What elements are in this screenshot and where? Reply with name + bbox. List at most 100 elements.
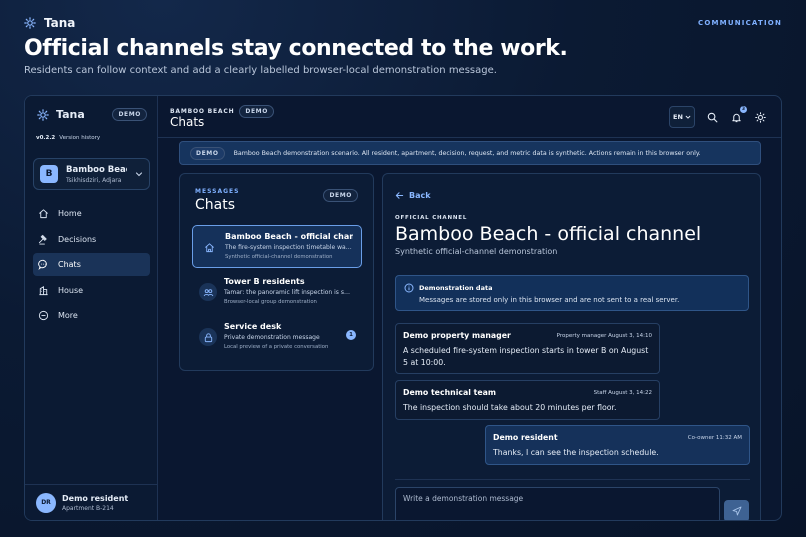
user-name: Demo resident xyxy=(62,493,129,503)
section-tag: COMMUNICATION xyxy=(698,19,782,27)
chat-item-preview: Tamar: the panoramic lift inspection is … xyxy=(224,289,352,296)
app-window: Tana DEMO v0.2.2 Version history B Bamboo… xyxy=(24,95,782,521)
sidebar-header: Tana DEMO xyxy=(37,108,147,121)
chat-item-icon xyxy=(199,328,217,346)
chat-item-title: Service desk xyxy=(224,322,282,331)
more-circle-icon xyxy=(38,310,49,321)
hero-title: Official channels stay connected to the … xyxy=(24,36,568,61)
demo-banner: DEMO Bamboo Beach demonstration scenario… xyxy=(179,141,761,165)
message: Demo property manager Property manager A… xyxy=(395,323,660,374)
chat-list-tag: MESSAGES xyxy=(195,188,240,195)
sidebar-brand[interactable]: Tana xyxy=(37,108,85,121)
group-icon xyxy=(203,288,213,296)
chat-item-tower-b[interactable]: Tower B residents Tamar: the panoramic l… xyxy=(192,271,362,314)
version-number: v0.2.2 xyxy=(36,135,56,141)
demo-badge: DEMO xyxy=(112,108,147,121)
chat-item-meta: Synthetic official-channel demonstration xyxy=(225,254,333,260)
theme-toggle[interactable] xyxy=(753,110,767,124)
conversation-title: Bamboo Beach - official channel xyxy=(395,223,702,245)
chat-list-panel: MESSAGES Chats DEMO Bamboo Beach - offic… xyxy=(179,173,374,371)
info-notice: Demonstration data Messages are stored o… xyxy=(395,275,749,311)
brand[interactable]: Tana xyxy=(24,16,75,30)
arrow-left-icon xyxy=(395,192,404,199)
search-icon xyxy=(707,112,717,122)
sidebar-item-more[interactable]: More xyxy=(33,304,150,327)
chat-item-meta: Local preview of a private conversation xyxy=(224,344,329,350)
version-history-link[interactable]: Version history xyxy=(59,135,100,141)
chat-item-preview: Private demonstration message xyxy=(224,334,320,341)
language-value: EN xyxy=(673,113,683,121)
sidebar-item-label: Chats xyxy=(58,260,81,269)
building-icon xyxy=(204,242,214,252)
back-label: Back xyxy=(409,191,431,200)
message: Demo technical team Staff August 3, 14:2… xyxy=(395,380,660,420)
property-name: Bamboo Beach xyxy=(66,164,127,175)
chat-item-title: Bamboo Beach - official channel xyxy=(225,232,353,241)
user-profile[interactable]: DR Demo resident Apartment B-214 xyxy=(25,484,157,520)
demo-badge: DEMO xyxy=(323,189,358,202)
message-meta: Property manager August 3, 14:10 xyxy=(556,333,652,339)
sidebar-nav: Home Decisions Chats House More xyxy=(33,202,150,330)
back-button[interactable]: Back xyxy=(395,191,431,200)
send-button[interactable] xyxy=(724,500,749,520)
sidebar-item-decisions[interactable]: Decisions xyxy=(33,228,150,251)
property-avatar: B xyxy=(40,165,58,183)
chat-bubble-icon xyxy=(38,259,47,270)
divider xyxy=(395,479,750,480)
message-author: Demo property manager xyxy=(403,331,511,340)
top-bar: Tana COMMUNICATION xyxy=(24,14,782,32)
banner-text: Bamboo Beach demonstration scenario. All… xyxy=(233,149,701,157)
tana-logo-icon xyxy=(24,17,36,29)
message-text: A scheduled fire-system inspection start… xyxy=(403,346,649,367)
brand-name: Tana xyxy=(44,16,76,30)
message-input[interactable] xyxy=(395,487,720,520)
demo-badge: DEMO xyxy=(239,105,274,118)
chat-item-service-desk[interactable]: Service desk Private demonstration messa… xyxy=(192,316,362,359)
chevron-down-icon xyxy=(135,172,143,177)
sidebar: Tana DEMO v0.2.2 Version history B Bamboo… xyxy=(25,96,158,520)
sidebar-brand-name: Tana xyxy=(56,108,85,121)
info-text: Messages are stored only in this browser… xyxy=(419,296,680,304)
info-title: Demonstration data xyxy=(419,284,493,292)
property-location: Tsikhisdziri, Adjara xyxy=(66,176,122,184)
breadcrumb-property[interactable]: BAMBOO BEACH xyxy=(170,108,234,115)
sidebar-item-house[interactable]: House xyxy=(33,279,150,302)
avatar: DR xyxy=(36,492,56,513)
version-info: v0.2.2 Version history xyxy=(36,135,100,141)
lock-icon xyxy=(204,332,212,342)
message-author: Demo technical team xyxy=(403,388,497,397)
message-author: Demo resident xyxy=(493,433,558,442)
chat-item-official-channel[interactable]: Bamboo Beach - official channel The fire… xyxy=(192,225,362,268)
message-meta: Staff August 3, 14:22 xyxy=(593,390,652,396)
message-text: The inspection should take about 20 minu… xyxy=(403,403,617,412)
notification-count: 3 xyxy=(740,106,747,113)
gavel-icon xyxy=(38,234,47,245)
home-icon xyxy=(39,209,48,219)
user-apartment: Apartment B-214 xyxy=(62,504,114,512)
main-area: BAMBOO BEACH DEMO Chats EN 3 DEMO Bamboo… xyxy=(158,96,781,520)
chat-item-meta: Browser-local group demonstration xyxy=(224,299,317,305)
info-icon xyxy=(404,283,414,293)
bell-icon xyxy=(731,113,741,122)
unread-badge: 1 xyxy=(346,330,356,340)
search-button[interactable] xyxy=(705,110,719,124)
tana-logo-icon xyxy=(37,108,49,121)
chat-item-preview: The fire-system inspection timetable was… xyxy=(225,244,353,251)
main-header: BAMBOO BEACH DEMO Chats EN 3 xyxy=(158,96,781,138)
message-own: Demo resident Co-owner 11:32 AM Thanks, … xyxy=(485,425,750,465)
sidebar-item-chats[interactable]: Chats xyxy=(33,253,150,276)
sidebar-item-label: Home xyxy=(58,209,82,218)
chat-item-icon xyxy=(199,283,217,301)
demo-badge: DEMO xyxy=(190,146,225,160)
chat-item-icon xyxy=(200,238,218,256)
sidebar-item-home[interactable]: Home xyxy=(33,202,150,225)
chat-item-title: Tower B residents xyxy=(224,277,305,286)
conversation-panel: Back OFFICIAL CHANNEL Bamboo Beach - off… xyxy=(382,173,761,520)
chat-list-title: Chats xyxy=(195,197,236,213)
notifications-button[interactable]: 3 xyxy=(729,106,747,124)
message-text: Thanks, I can see the inspection schedul… xyxy=(493,448,659,457)
conversation-subtitle: Synthetic official-channel demonstration xyxy=(395,247,558,256)
language-select[interactable]: EN xyxy=(669,106,695,128)
chevron-down-icon xyxy=(685,115,691,119)
property-selector[interactable]: B Bamboo Beach Tsikhisdziri, Adjara xyxy=(33,158,150,190)
